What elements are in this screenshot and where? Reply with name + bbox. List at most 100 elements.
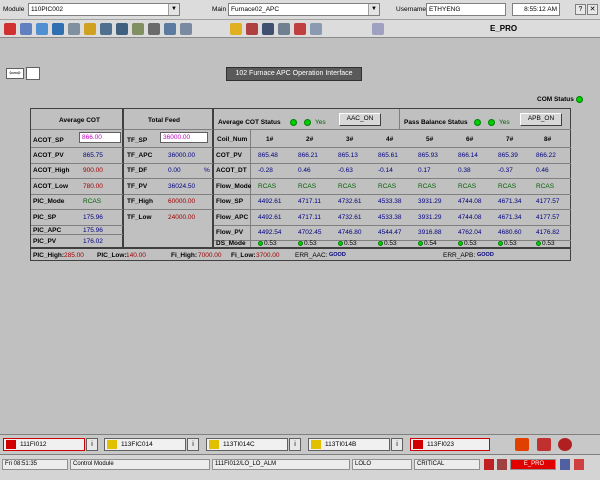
shutdown-icon[interactable] (574, 459, 584, 470)
coil-cell: 3931.29 (418, 198, 442, 205)
folder-icon[interactable] (84, 23, 96, 35)
coil-cell: 866.21 (298, 152, 318, 159)
printer-icon[interactable] (372, 23, 384, 35)
alarm-item[interactable]: 113FI023 (410, 438, 490, 451)
coil-column-header: 2# (306, 136, 314, 143)
print-icon[interactable] (20, 23, 32, 35)
info-icon[interactable]: i (289, 438, 301, 451)
coil-cell[interactable]: RCAS (458, 183, 476, 190)
network-icon[interactable] (560, 459, 570, 470)
coil-cell[interactable]: RCAS (298, 183, 316, 190)
coil-cell: 866.22 (536, 152, 556, 159)
home-icon[interactable] (4, 23, 16, 35)
main-value: Furnace02_APC (231, 6, 280, 13)
coil-column-header: 3# (346, 136, 354, 143)
silence-icon[interactable] (537, 438, 551, 451)
coil-row-label: Flow_SP (216, 198, 244, 205)
tf-low-value[interactable]: 24000.00 (168, 214, 195, 221)
settings-icon[interactable] (132, 23, 144, 35)
close-button[interactable]: ✕ (587, 4, 598, 15)
nav-arrows-button[interactable]: ⇦⇨ (6, 68, 24, 79)
main-select[interactable]: Furnace02_APC ▼ (228, 3, 380, 16)
tf-apc-value: 36000.00 (168, 152, 196, 159)
list-icon[interactable] (278, 23, 290, 35)
coil-cell: -0.63 (338, 167, 353, 174)
save-icon[interactable] (116, 23, 128, 35)
acot-pv-label: ACOT_PV (33, 152, 64, 159)
fi-low-label: Fi_Low: (231, 252, 256, 259)
coil-cell: 0.17 (418, 167, 431, 174)
layout-icon[interactable] (180, 23, 192, 35)
top-bar: Module 110PIC002 ▼ Main Furnace02_APC ▼ … (0, 0, 600, 20)
tf-df-value[interactable]: 0.00 (168, 167, 181, 174)
coil-cell: 4492.54 (258, 229, 282, 236)
chart-icon[interactable] (262, 23, 274, 35)
acot-yes-label: Yes (315, 119, 326, 126)
coil-num-label: Coil_Num (217, 136, 248, 143)
trend-icon[interactable] (52, 23, 64, 35)
monitor-icon[interactable] (164, 23, 176, 35)
coil-cell: 865.39 (498, 152, 518, 159)
info-icon[interactable]: i (391, 438, 403, 451)
coil-cell: 4492.61 (258, 214, 282, 221)
alarm-list-icon[interactable] (497, 459, 507, 470)
coil-cell[interactable]: RCAS (338, 183, 356, 190)
report-icon[interactable] (310, 23, 322, 35)
apb-on-button[interactable]: APB_ON (520, 113, 562, 126)
fi-high-value: 7000.00 (198, 252, 222, 259)
status-level: LOLO (352, 459, 412, 470)
coil-column-header: 5# (426, 136, 434, 143)
alarm-summary-icon[interactable] (484, 459, 494, 470)
coil-cell[interactable]: RCAS (258, 183, 276, 190)
acot-status-led-icon (290, 119, 297, 126)
acot-high-value[interactable]: 900.00 (83, 167, 103, 174)
event-icon[interactable] (246, 23, 258, 35)
horn-icon[interactable] (558, 438, 572, 451)
ds-mode-value: 0.53 (542, 240, 555, 247)
coil-cell: 865.48 (258, 152, 278, 159)
alarm-item[interactable]: 113FIC014 i (104, 438, 199, 451)
system-status-badge[interactable]: E_PRO (510, 459, 556, 470)
detail-icon[interactable] (68, 23, 80, 35)
module-select[interactable]: 110PIC002 ▼ (28, 3, 180, 16)
help-button[interactable]: ? (575, 4, 586, 15)
alarm-tag: 113FIC014 (121, 441, 153, 448)
pic-low-label: PIC_Low: (97, 252, 127, 259)
coil-cell: 0.53 (338, 240, 357, 247)
info-icon[interactable]: i (86, 438, 98, 451)
chevron-down-icon[interactable]: ▼ (368, 4, 379, 15)
alarm-item[interactable]: 113TI014B i (308, 438, 403, 451)
ds-mode-value: 0.53 (464, 240, 477, 247)
grid-icon[interactable] (100, 23, 112, 35)
coil-cell: 3916.88 (418, 229, 442, 236)
main-area: ⇦⇨ 102 Furnace APC Operation Interface C… (0, 38, 600, 434)
coil-cell: 4744.08 (458, 198, 482, 205)
chevron-down-icon[interactable]: ▼ (168, 4, 179, 15)
clock-time: 8:55:12 AM (524, 6, 557, 13)
coil-cell: 4762.04 (458, 229, 482, 236)
acknowledge-icon[interactable] (515, 438, 529, 451)
coil-cell[interactable]: RCAS (378, 183, 396, 190)
ds-mode-value: 0.53 (344, 240, 357, 247)
pic-mode-value[interactable]: RCAS (83, 198, 101, 205)
ds-mode-value: 0.53 (504, 240, 517, 247)
alarm-warning-icon (311, 440, 321, 449)
info-icon[interactable]: i (187, 438, 199, 451)
alarm-icon[interactable] (230, 23, 242, 35)
ds-mode-led-icon (258, 240, 263, 246)
tf-high-value[interactable]: 60000.00 (168, 198, 195, 205)
display-icon[interactable] (36, 23, 48, 35)
coil-cell[interactable]: RCAS (536, 183, 554, 190)
coil-cell[interactable]: RCAS (418, 183, 436, 190)
alarm-item[interactable]: 113TI014C i (206, 438, 301, 451)
acot-low-value[interactable]: 780.00 (83, 183, 103, 190)
tf-sp-input[interactable]: 36000.00 (160, 132, 208, 143)
window-icon[interactable] (148, 23, 160, 35)
acot-sp-input[interactable]: 866.00 (79, 132, 121, 143)
stop-icon[interactable] (294, 23, 306, 35)
nav-blank-button[interactable] (26, 67, 40, 80)
alarm-item[interactable]: 111FI012 i (3, 438, 98, 451)
coil-cell: 0.53 (536, 240, 555, 247)
aac-on-button[interactable]: AAC_ON (339, 113, 381, 126)
coil-cell[interactable]: RCAS (498, 183, 516, 190)
